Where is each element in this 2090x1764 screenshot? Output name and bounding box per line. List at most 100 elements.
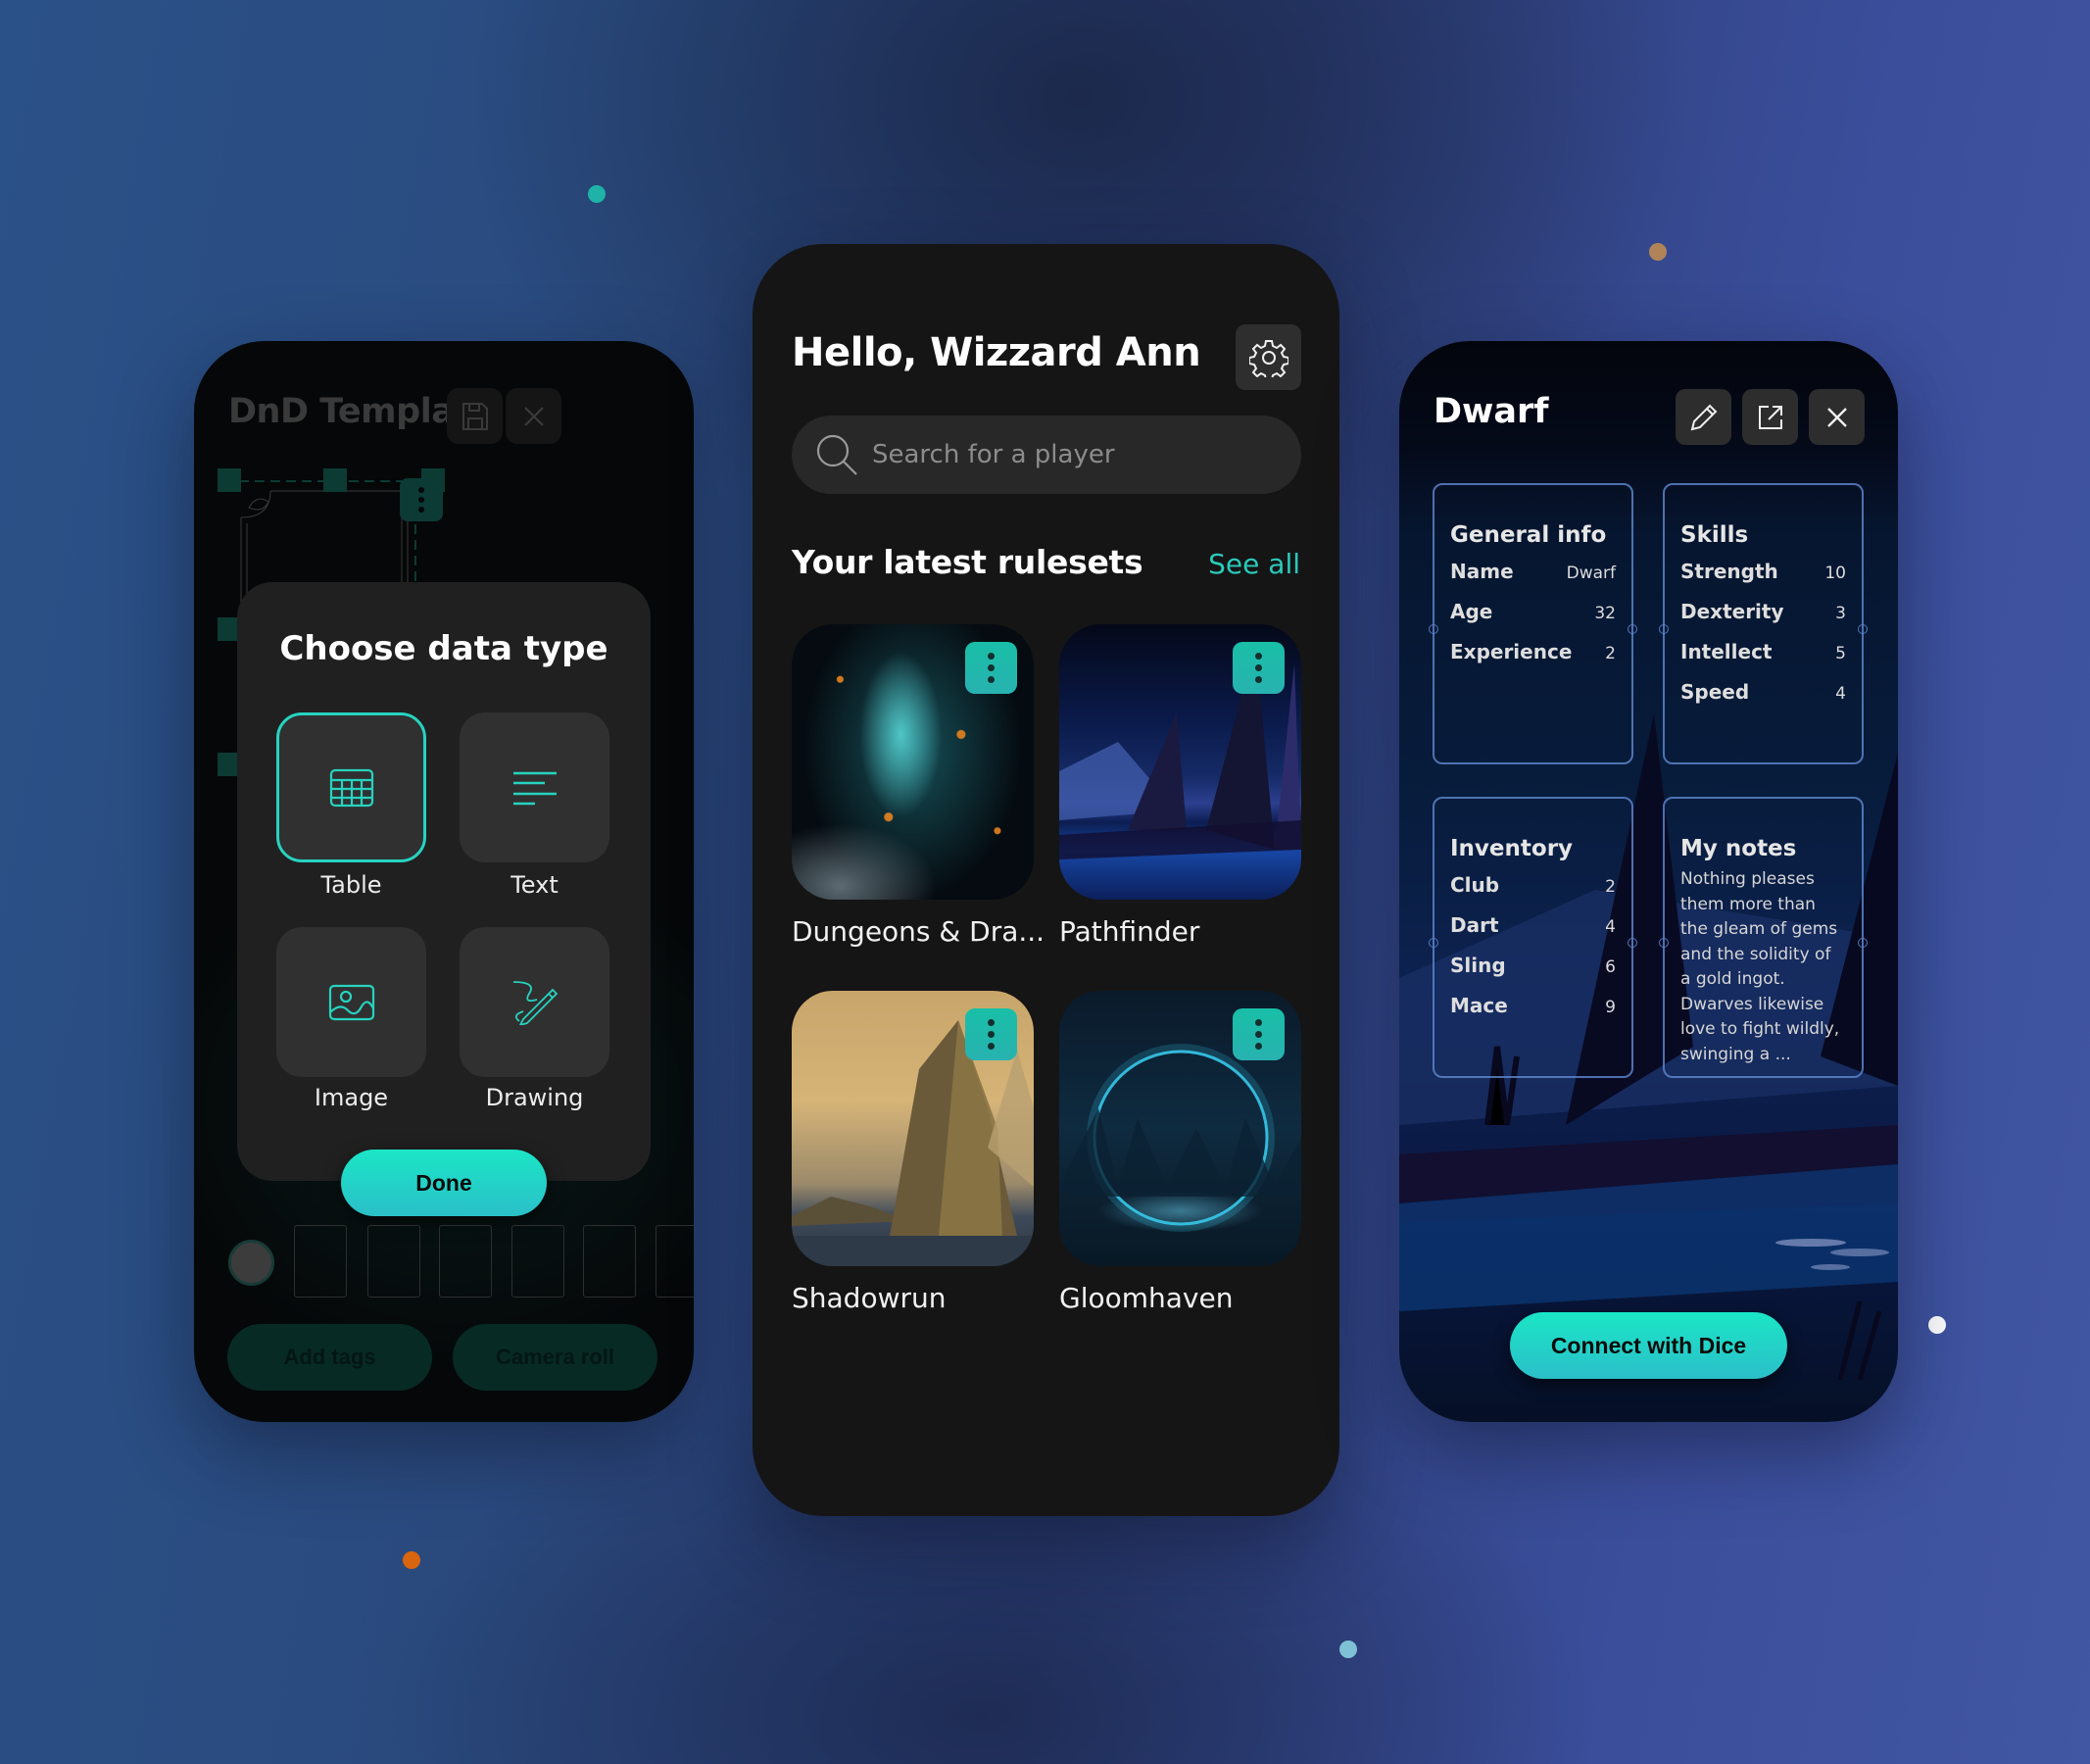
row-key: Mace (1450, 994, 1508, 1017)
row-key: Sling (1450, 954, 1506, 977)
resize-handle[interactable] (323, 468, 347, 492)
row-value: 3 (1835, 604, 1846, 623)
template-editor-screen: DnD Template Choose data type Table Text… (194, 341, 694, 1422)
color-swatch[interactable] (228, 1240, 274, 1286)
frame-menu-button[interactable] (400, 478, 443, 521)
ruleset-card[interactable]: Shadowrun (792, 991, 1034, 1314)
inventory-row: Mace 9 (1450, 994, 1616, 1034)
character-sheet-screen: Dwarf General info Name Dwarf Age 32 Exper… (1399, 341, 1898, 1422)
add-tags-button[interactable]: Add tags (227, 1324, 432, 1391)
panel-title: Skills (1680, 522, 1749, 548)
panel-title: Inventory (1450, 836, 1574, 861)
ruleset-menu-button[interactable] (1233, 1008, 1285, 1060)
camera-roll-button[interactable]: Camera roll (453, 1324, 657, 1391)
skills-panel[interactable]: Skills Strength 10 Dexterity 3 Intellect 5 … (1659, 483, 1868, 764)
panel-knob (1858, 937, 1868, 948)
pencil-icon (1690, 404, 1717, 430)
ruleset-name: Gloomhaven (1059, 1282, 1234, 1314)
panel-knob (1858, 623, 1868, 634)
gear-icon (1248, 339, 1288, 377)
choose-data-type-dialog: Choose data type Table Text Image Drawin… (237, 582, 651, 1181)
data-type-text[interactable] (460, 712, 609, 862)
connect-with-dice-button[interactable]: Connect with Dice (1510, 1312, 1787, 1379)
row-value: 4 (1835, 684, 1846, 704)
info-row: Name Dwarf (1450, 560, 1616, 600)
data-type-image[interactable] (276, 927, 426, 1077)
resize-handle[interactable] (218, 468, 241, 492)
kebab-dot (1255, 1043, 1262, 1050)
ruleset-menu-button[interactable] (965, 642, 1017, 694)
ruleset-cover[interactable] (1059, 624, 1301, 900)
data-type-drawing[interactable] (460, 927, 609, 1077)
kebab-dot (988, 1043, 995, 1050)
row-key: Dexterity (1680, 600, 1784, 623)
general-info-panel[interactable]: General info Name Dwarf Age 32 Experience 2 (1429, 483, 1637, 764)
search-input[interactable] (872, 440, 1264, 469)
panel-knob (1429, 623, 1438, 634)
notes-text: Nothing pleases them more than the gleam… (1680, 869, 1840, 1064)
edit-button[interactable] (1676, 389, 1731, 445)
frame-thumbnail[interactable] (583, 1225, 636, 1298)
share-button[interactable] (1742, 389, 1798, 445)
greeting: Hello, Wizzard Ann (792, 330, 1201, 375)
kebab-dot (418, 487, 424, 493)
see-all-link[interactable]: See all (1208, 548, 1300, 580)
data-type-table[interactable] (276, 712, 426, 862)
ruleset-cover[interactable] (1059, 991, 1301, 1266)
panel-knob (1628, 937, 1637, 948)
panel-title: General info (1450, 522, 1607, 548)
inventory-panel[interactable]: Inventory Club 2 Dart 4 Sling 6 Mace 9 (1429, 797, 1637, 1078)
ruleset-name: Dungeons & Dra... (792, 915, 1045, 948)
close-icon (523, 406, 544, 426)
section-title: Your latest rulesets (792, 543, 1143, 581)
player-search[interactable] (792, 416, 1301, 494)
frame-thumbnail[interactable] (294, 1225, 347, 1298)
ruleset-cover[interactable] (792, 991, 1034, 1266)
row-value: 4 (1605, 917, 1616, 937)
kebab-dot (1255, 676, 1262, 683)
skill-row: Strength 10 (1680, 560, 1846, 600)
kebab-dot (418, 497, 424, 503)
frame-thumbnail[interactable] (367, 1225, 420, 1298)
row-key: Intellect (1680, 640, 1773, 663)
drawing-icon (512, 980, 558, 1025)
kebab-dot (1255, 653, 1262, 660)
skill-row: Dexterity 3 (1680, 600, 1846, 640)
ruleset-cover[interactable] (792, 624, 1034, 900)
ruleset-card[interactable]: Gloomhaven (1059, 991, 1301, 1314)
kebab-dot (1255, 1031, 1262, 1038)
row-value: 9 (1605, 998, 1616, 1017)
frame-thumbnail[interactable] (511, 1225, 564, 1298)
ruleset-menu-button[interactable] (965, 1008, 1017, 1060)
kebab-dot (1255, 1019, 1262, 1026)
info-row: Age 32 (1450, 600, 1616, 640)
character-name-title: Dwarf (1434, 392, 1549, 431)
close-button[interactable] (506, 388, 561, 444)
decor-dot (1928, 1316, 1946, 1334)
save-icon (462, 402, 488, 430)
ruleset-card[interactable]: Pathfinder (1059, 624, 1301, 948)
data-type-label: Image (314, 1084, 389, 1111)
row-value: 2 (1605, 644, 1616, 663)
kebab-dot (988, 1019, 995, 1026)
frame-thumbnail[interactable] (656, 1225, 694, 1298)
panel-title: My notes (1680, 836, 1797, 861)
settings-button[interactable] (1236, 324, 1301, 390)
table-icon (329, 768, 373, 807)
row-value: Dwarf (1566, 564, 1616, 583)
ruleset-menu-button[interactable] (1233, 642, 1285, 694)
done-button[interactable]: Done (341, 1150, 547, 1216)
save-button[interactable] (447, 388, 503, 444)
notes-panel[interactable]: My notes Nothing pleases them more than … (1659, 797, 1868, 1078)
frame-thumbnail[interactable] (439, 1225, 492, 1298)
ruleset-card[interactable]: Dungeons & Dra... (792, 624, 1045, 948)
close-button[interactable] (1809, 389, 1865, 445)
ruleset-name: Shadowrun (792, 1282, 947, 1314)
row-value: 6 (1605, 957, 1616, 977)
external-link-icon (1758, 405, 1782, 429)
skill-row: Intellect 5 (1680, 640, 1846, 680)
row-key: Experience (1450, 640, 1573, 663)
kebab-dot (418, 507, 424, 513)
row-key: Speed (1680, 680, 1750, 704)
kebab-dot (988, 1031, 995, 1038)
